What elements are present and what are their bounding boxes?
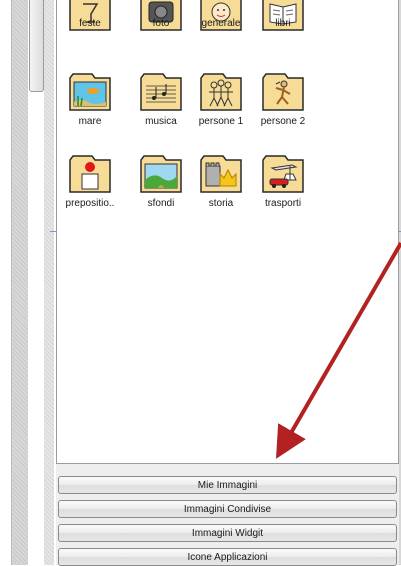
folder-label: trasporti bbox=[264, 198, 302, 209]
folder-mare-icon bbox=[69, 73, 111, 111]
outer-scrollbar-track[interactable] bbox=[11, 0, 28, 565]
folder-label: prepositio.. bbox=[65, 198, 115, 209]
folder-mare[interactable]: mare bbox=[60, 70, 120, 140]
folder-prepositions[interactable]: prepositio.. bbox=[60, 152, 120, 222]
folder-label: feste bbox=[79, 18, 101, 29]
tab-mie-immagini[interactable]: Mie Immagini bbox=[58, 476, 397, 494]
folder-feste[interactable]: feste bbox=[60, 0, 120, 60]
folder-generale[interactable]: generale bbox=[191, 0, 251, 60]
folder-sfondi-icon bbox=[140, 155, 182, 193]
folder-libri[interactable]: libri bbox=[253, 0, 313, 60]
scrollbar-thumb[interactable] bbox=[29, 0, 44, 92]
folder-persone-1[interactable]: persone 1 bbox=[191, 70, 251, 140]
folder-sfondi[interactable]: sfondi bbox=[131, 152, 191, 222]
folder-trasporti[interactable]: trasporti bbox=[253, 152, 313, 222]
tab-immagini-condivise[interactable]: Immagini Condivise bbox=[58, 500, 397, 518]
tab-immagini-widgit[interactable]: Immagini Widgit bbox=[58, 524, 397, 542]
folder-persone-2-icon bbox=[262, 73, 304, 111]
tab-icone-applicazioni[interactable]: Icone Applicazioni bbox=[58, 548, 397, 566]
symbol-folder-panel: feste foto generale libri mare musica pe… bbox=[56, 0, 399, 464]
folder-persone-1-icon bbox=[200, 73, 242, 111]
folder-foto[interactable]: foto bbox=[131, 0, 191, 60]
folder-storia-icon bbox=[200, 155, 242, 193]
folder-musica-icon bbox=[140, 73, 182, 111]
inner-scrollbar-track[interactable] bbox=[44, 0, 54, 565]
folder-label: libri bbox=[275, 18, 291, 29]
folder-label: persone 2 bbox=[260, 116, 306, 127]
folder-storia[interactable]: storia bbox=[191, 152, 251, 222]
folder-musica[interactable]: musica bbox=[131, 70, 191, 140]
folder-persone-2[interactable]: persone 2 bbox=[253, 70, 313, 140]
folder-trasporti-icon bbox=[262, 155, 304, 193]
window-edge bbox=[0, 0, 11, 565]
folder-prepositions-icon bbox=[69, 155, 111, 193]
splitter-guide bbox=[50, 231, 56, 232]
folder-label: mare bbox=[78, 116, 102, 127]
